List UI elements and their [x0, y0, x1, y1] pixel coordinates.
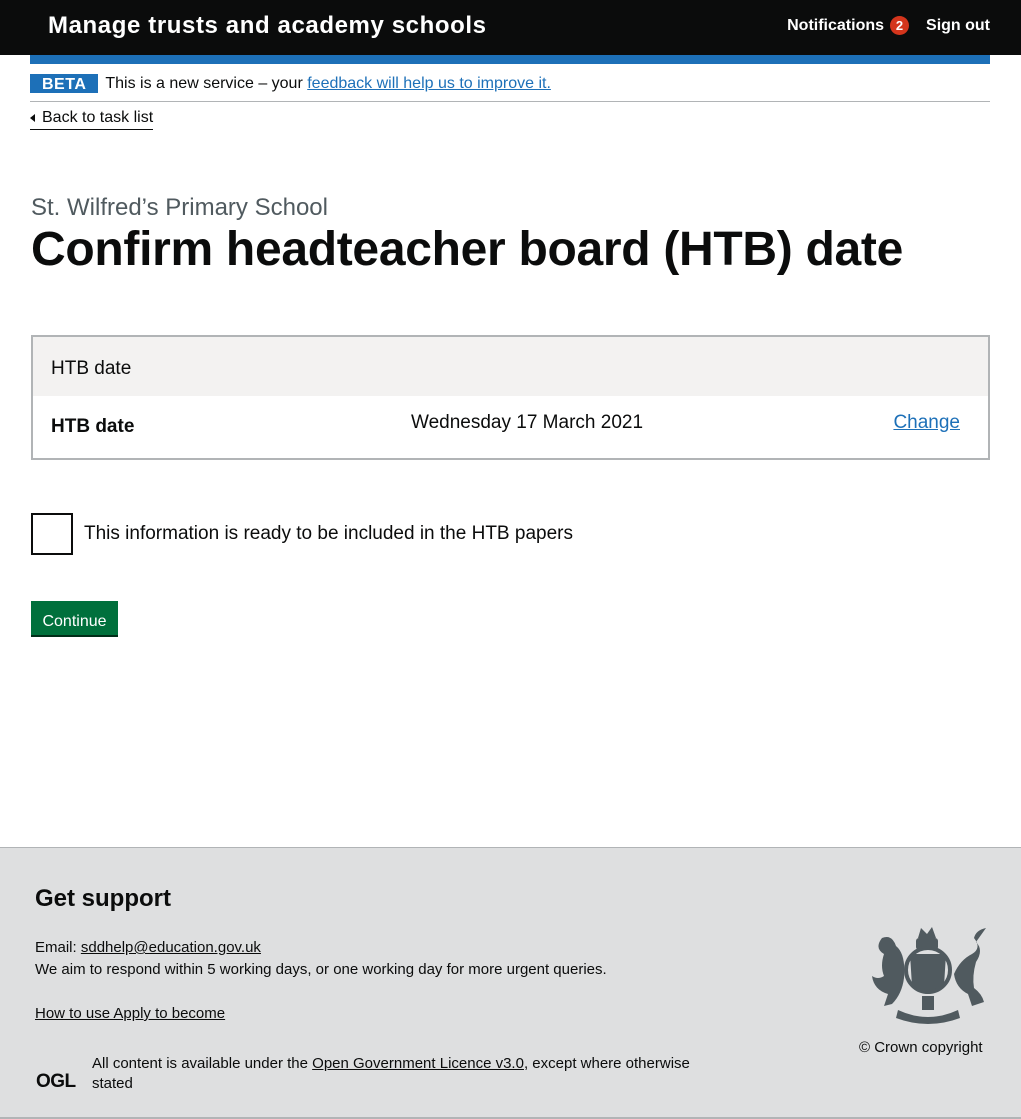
notifications-count-badge[interactable]: 2	[890, 16, 910, 35]
back-arrow-icon	[30, 114, 35, 122]
support-email-link[interactable]: sddhelp@education.gov.uk	[81, 939, 261, 956]
summary-key: HTB date	[51, 416, 135, 437]
site-footer: Get support Email: sddhelp@education.gov…	[0, 847, 1021, 1119]
crown-copyright[interactable]: © Crown copyright	[859, 1039, 983, 1056]
open-government-licence-link[interactable]: Open Government Licence v3.0	[312, 1055, 524, 1072]
feedback-link[interactable]: feedback will help us to improve it.	[307, 75, 551, 92]
summary-card: HTB date HTB date Wednesday 17 March 202…	[31, 335, 990, 460]
sign-out-link[interactable]: Sign out	[926, 17, 990, 35]
licence-prefix: All content is available under the	[92, 1055, 308, 1072]
ready-checkbox-label[interactable]: This information is ready to be included…	[84, 523, 573, 545]
phase-banner: BETA This is a new service – your feedba…	[30, 74, 990, 102]
footer-heading: Get support	[35, 885, 171, 912]
email-label: Email:	[35, 939, 77, 956]
ogl-logo-icon: OGL	[36, 1071, 76, 1092]
ready-checkbox[interactable]	[31, 513, 73, 555]
service-name[interactable]: Manage trusts and academy schools	[48, 12, 487, 40]
page-caption: St. Wilfred’s Primary School	[31, 194, 328, 221]
site-header: Manage trusts and academy schools Notifi…	[0, 0, 1021, 55]
footer-email-line: Email: sddhelp@education.gov.uk	[35, 939, 261, 956]
phase-banner-text: This is a new service – your feedback wi…	[105, 74, 551, 93]
header-nav: Notifications 2 Sign out	[787, 16, 990, 35]
how-to-use-link[interactable]: How to use Apply to become	[35, 1005, 225, 1022]
summary-card-heading: HTB date	[33, 337, 988, 396]
beta-tag: BETA	[30, 74, 99, 93]
summary-value: Wednesday 17 March 2021	[411, 412, 644, 433]
royal-coat-of-arms-icon	[872, 927, 986, 1024]
summary-row: HTB date Wednesday 17 March 2021 Change	[33, 396, 988, 458]
continue-button[interactable]: Continue	[31, 601, 118, 635]
back-link-label: Back to task list	[42, 109, 154, 126]
back-link[interactable]: Back to task list	[30, 109, 154, 130]
licence-text: All content is available under the Open …	[92, 1054, 712, 1094]
header-accent-bar	[30, 55, 990, 64]
ready-checkbox-row[interactable]: This information is ready to be included…	[31, 513, 573, 555]
notifications-link[interactable]: Notifications	[787, 17, 884, 35]
page-title: Confirm headteacher board (HTB) date	[31, 223, 903, 276]
phase-banner-message: This is a new service – your	[105, 75, 303, 92]
change-link[interactable]: Change	[893, 412, 960, 434]
response-time-text: We aim to respond within 5 working days,…	[35, 961, 607, 978]
